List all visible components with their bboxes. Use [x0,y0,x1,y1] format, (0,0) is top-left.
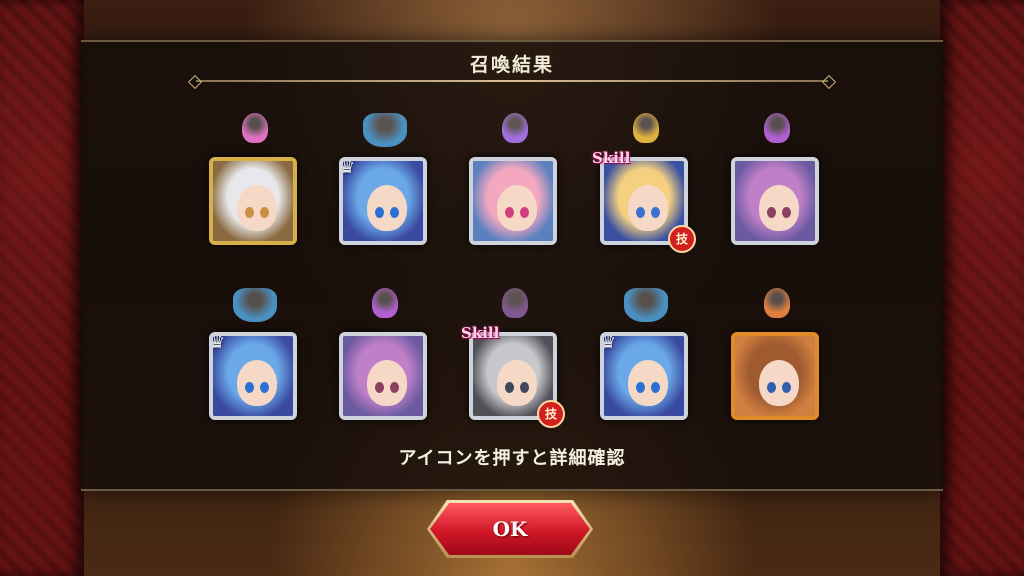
eye [505,207,514,218]
skill-badge: Skill [461,324,500,342]
face [497,360,537,406]
fairy-sprite-icon [372,288,398,318]
face [497,185,537,231]
eye [375,207,384,218]
eye [520,207,529,218]
character-icon[interactable] [209,157,297,245]
violet-hair-girl-portrait [735,161,815,241]
character-icon[interactable]: ♛ [339,157,427,245]
result-slot[interactable] [339,288,431,448]
eye [767,382,776,393]
fairy-sprite-icon [502,113,528,143]
result-slot[interactable]: ♛ [209,288,301,448]
crown-icon: ♛ [339,157,356,178]
eye [651,207,660,218]
fairy-sprite-icon [764,113,790,143]
brown-hair-girl-portrait [735,336,815,416]
face [759,185,799,231]
result-slot[interactable]: ♛ [600,288,692,448]
character-icon[interactable] [339,332,427,420]
eye [390,382,399,393]
dragon-sprite-icon [624,288,668,322]
result-slot[interactable]: Skill 技 [592,113,696,273]
ok-button[interactable]: OK [427,500,593,558]
eye [375,382,384,393]
skill-badge: Skill [592,149,631,167]
left-ornate-border [0,0,84,576]
face [628,185,668,231]
character-icon[interactable]: ♛ [600,332,688,420]
result-slot[interactable]: ♛ [339,113,431,273]
eye [782,207,791,218]
result-slot[interactable] [469,113,561,273]
silver-hair-horned-girl-portrait [213,161,293,241]
waza-badge: 技 [537,400,565,428]
eye [636,382,645,393]
character-icon[interactable] [731,332,819,420]
face [367,360,407,406]
eye [390,207,399,218]
page-title: 召喚結果 [469,54,554,76]
eye [260,207,269,218]
face [237,360,277,406]
fairy-sprite-icon [502,288,528,318]
violet-hair-girl-portrait [343,336,423,416]
character-icon[interactable] [469,157,557,245]
right-ornate-border [940,0,1024,576]
fairy-sprite-icon [633,113,659,143]
ok-button-label: OK [492,517,528,541]
face [367,185,407,231]
hint-text: アイコンを押すと詳細確認 [398,448,626,469]
face [628,360,668,406]
dragon-sprite-icon [363,113,407,147]
dragon-sprite-icon [233,288,277,322]
eye [782,382,791,393]
result-slot[interactable]: Skill 技 [461,288,565,448]
result-slot[interactable] [731,113,823,273]
pink-hair-girl-portrait [473,161,553,241]
eye [505,382,514,393]
eye [767,207,776,218]
eye [245,207,254,218]
crown-icon: ♛ [600,332,617,353]
result-slot[interactable] [731,288,823,448]
eye [260,382,269,393]
fairy-sprite-icon [242,113,268,143]
waza-badge: 技 [668,225,696,253]
eye [245,382,254,393]
eye [520,382,529,393]
face [759,360,799,406]
face [237,185,277,231]
character-icon[interactable]: ♛ [209,332,297,420]
eye [636,207,645,218]
character-icon[interactable] [731,157,819,245]
fairy-sprite-icon [764,288,790,318]
crown-icon: ♛ [209,332,226,353]
eye [651,382,660,393]
result-slot[interactable] [209,113,301,273]
title-divider [196,80,828,82]
